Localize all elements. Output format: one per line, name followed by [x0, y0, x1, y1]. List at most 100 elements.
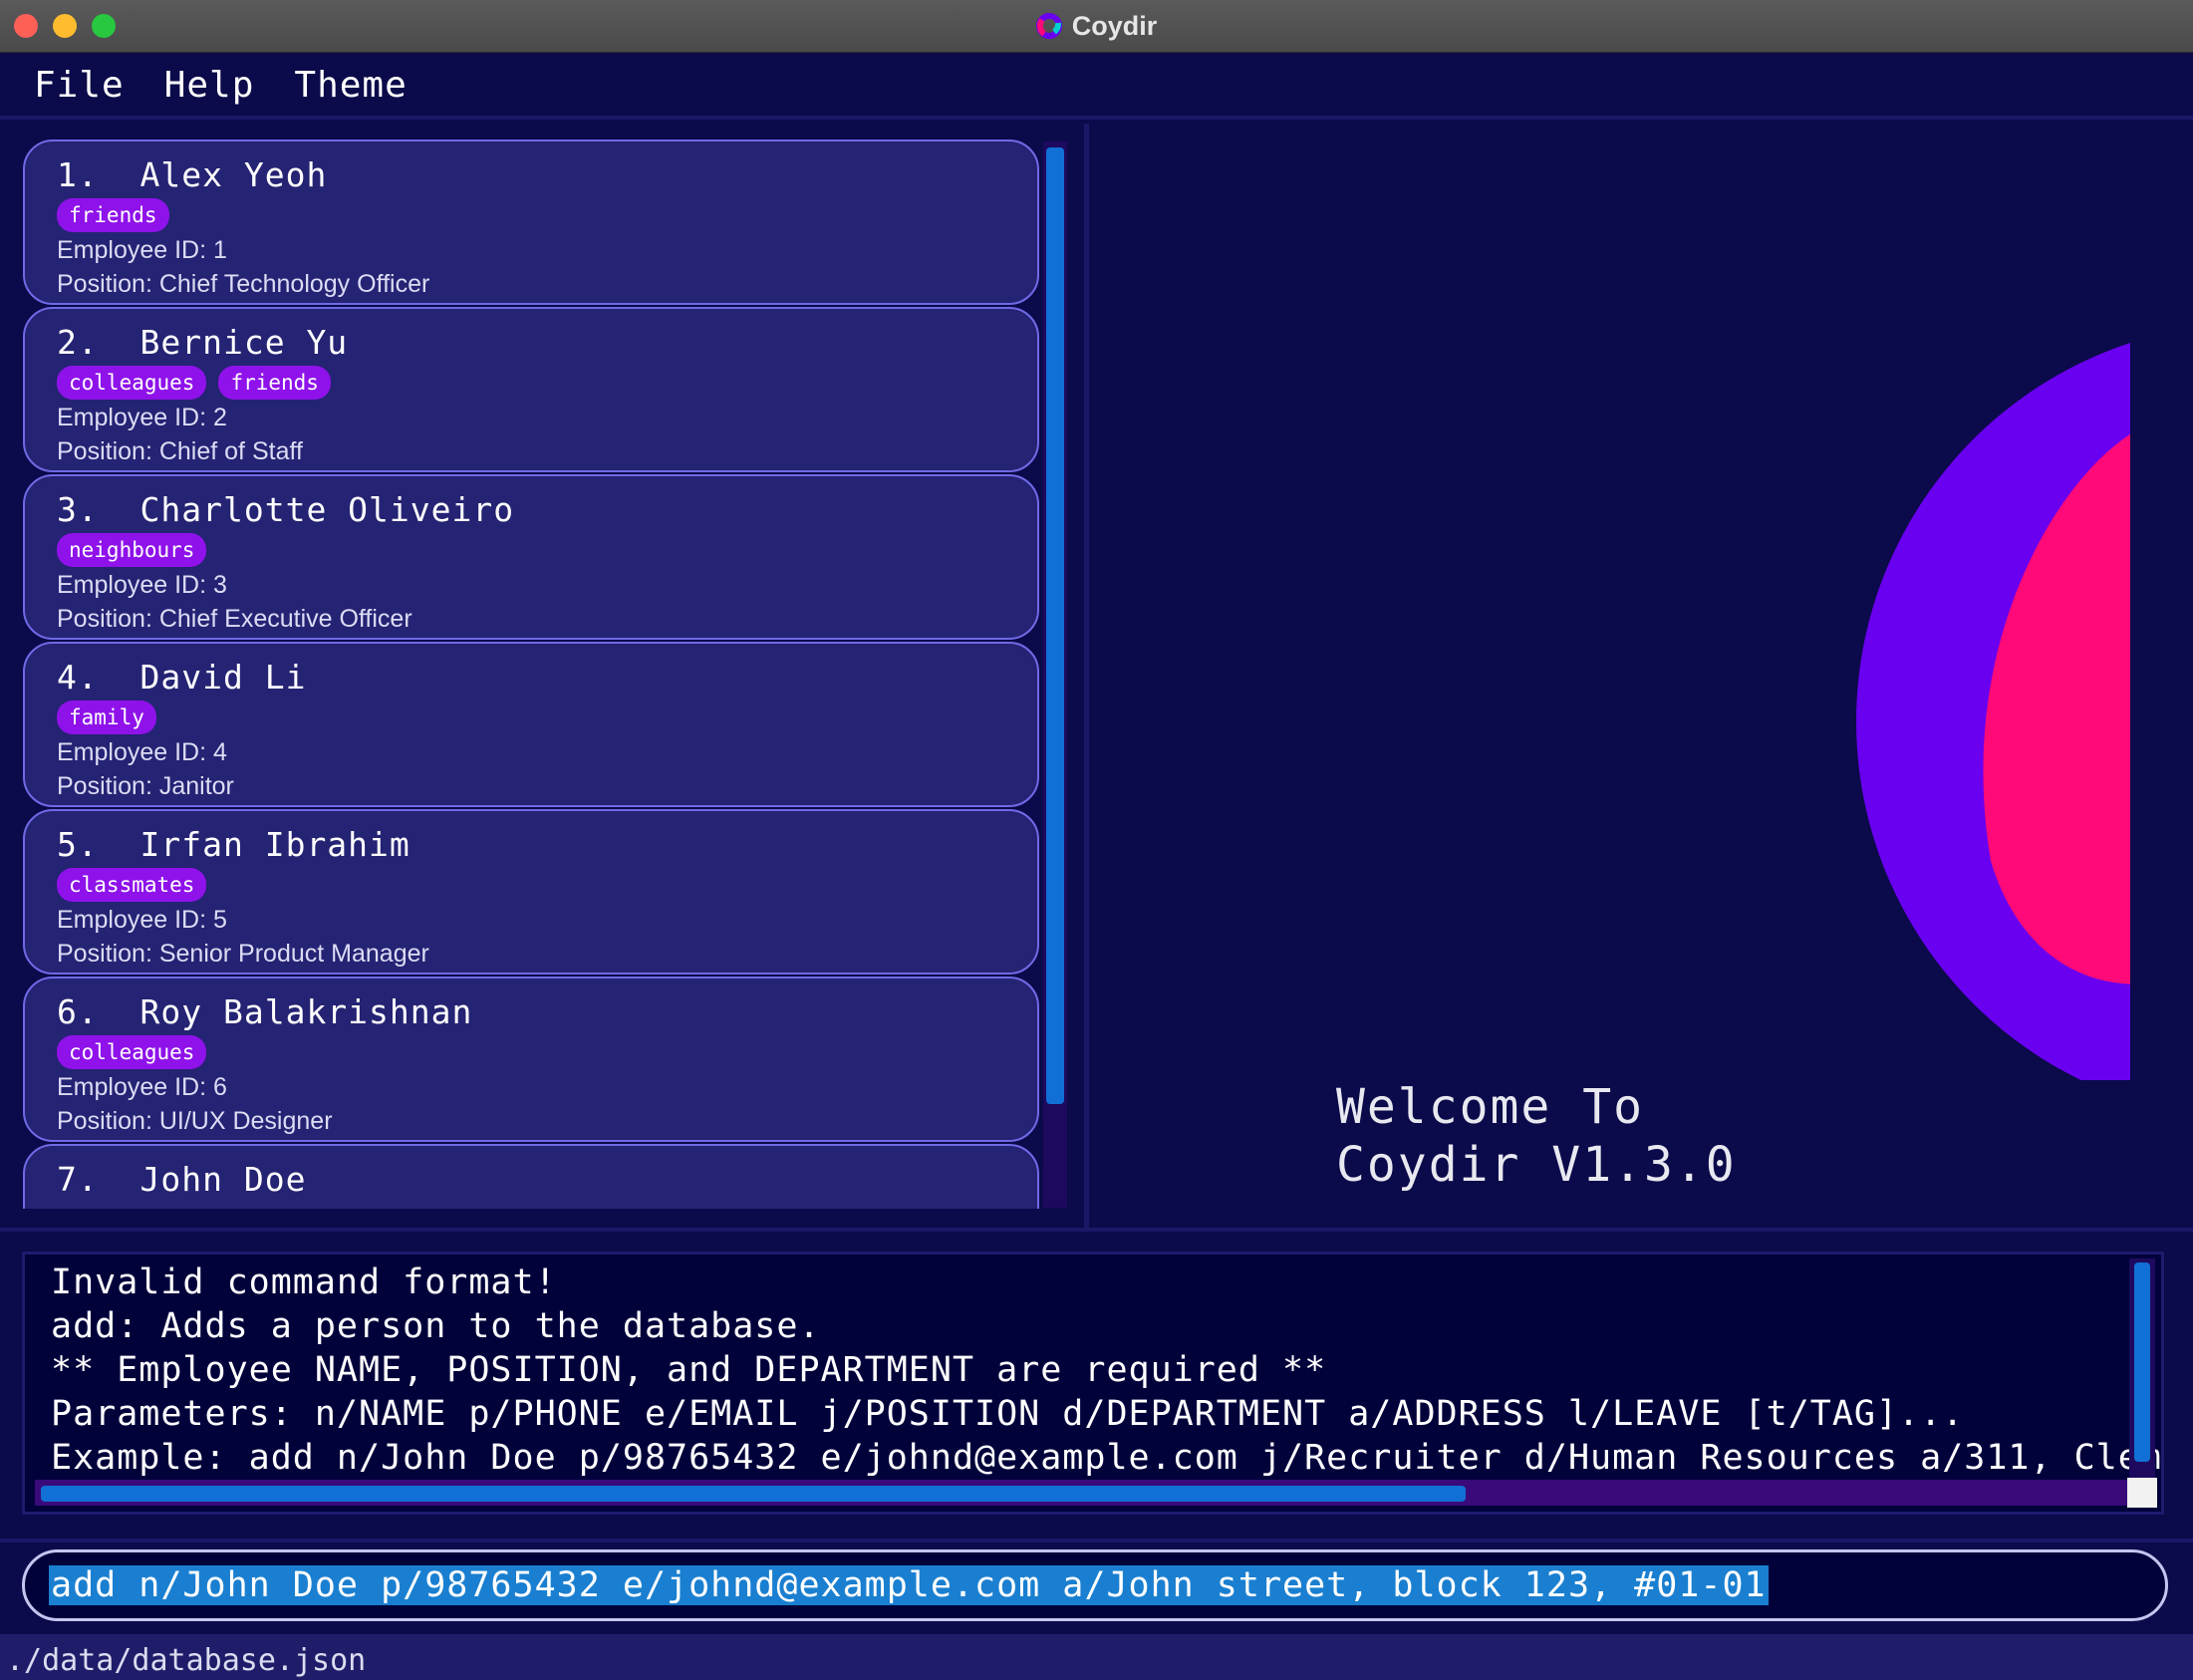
employee-id-value: 5 [213, 906, 227, 934]
welcome-line-2: Coydir V1.3.0 [1336, 1137, 1737, 1193]
menu-help[interactable]: Help [164, 65, 255, 106]
result-horizontal-scroll-thumb[interactable] [41, 1486, 1466, 1502]
person-card[interactable]: 1. Alex Yeoh friends Employee ID: 1 Positio… [23, 140, 1039, 305]
welcome-line-1: Welcome To [1336, 1079, 1644, 1135]
person-name: 5. Irfan Ibrahim [57, 825, 1037, 867]
position-field: Position: Senior Product Manager [57, 937, 1037, 971]
position-value: Chief Executive Officer [158, 605, 412, 633]
employee-id-label: Employee ID: [57, 236, 207, 264]
person-card[interactable]: 5. Irfan Ibrahim classmates Employee ID: 5… [23, 809, 1039, 975]
employee-id-field: Employee ID: 6 [57, 1070, 1037, 1104]
welcome-panel: Welcome To Coydir V1.3.0 [1094, 124, 2193, 1228]
result-line-1: Invalid command format! [51, 1262, 557, 1302]
person-index: 6. [57, 992, 99, 1031]
result-line-3: ** Employee NAME, POSITION, and DEPARTME… [51, 1350, 1327, 1390]
employee-id-value: 1 [213, 236, 227, 264]
position-label: Position: [57, 772, 152, 800]
position-value: Chief of Staff [158, 437, 303, 465]
maximize-button[interactable] [92, 14, 116, 38]
menu-file[interactable]: File [34, 65, 125, 106]
employee-id-label: Employee ID: [57, 1073, 207, 1101]
person-card[interactable]: 6. Roy Balakrishnan colleagues Employee ID… [23, 977, 1039, 1142]
employee-id-label: Employee ID: [57, 906, 207, 934]
result-line-5: Example: add n/John Doe p/98765432 e/joh… [51, 1438, 2164, 1478]
person-name-text: Alex Yeoh [139, 155, 328, 194]
tag-badge: family [57, 700, 156, 734]
tag-list: colleagues friends [57, 365, 1037, 401]
minimize-button[interactable] [53, 14, 77, 38]
tag-badge: classmates [57, 868, 207, 902]
person-index: 7. [57, 1160, 99, 1199]
tag-badge: neighbours [57, 533, 207, 567]
person-card[interactable]: 2. Bernice Yu colleagues friends Employee I… [23, 307, 1039, 472]
employee-id-label: Employee ID: [57, 404, 207, 431]
position-value: Janitor [158, 772, 234, 800]
person-name: 3. Charlotte Oliveiro [57, 490, 1037, 532]
scrollbar-corner [2127, 1478, 2157, 1508]
position-value: Chief Technology Officer [158, 270, 430, 298]
employee-id-field: Employee ID: 5 [57, 903, 1037, 937]
employee-id-field: Employee ID: 4 [57, 735, 1037, 769]
person-index: 1. [57, 155, 99, 194]
menu-theme[interactable]: Theme [294, 65, 407, 106]
command-input[interactable]: add n/John Doe p/98765432 e/johnd@exampl… [22, 1549, 2168, 1621]
position-label: Position: [57, 605, 152, 633]
app-logo-icon [1035, 13, 1062, 39]
result-display-panel: Invalid command format! add: Adds a pers… [0, 1228, 2193, 1539]
result-display[interactable]: Invalid command format! add: Adds a pers… [22, 1252, 2164, 1515]
person-index: 3. [57, 490, 99, 529]
result-line-4: Parameters: n/NAME p/PHONE e/EMAIL j/POS… [51, 1394, 1965, 1434]
employee-id-field: Employee ID: 1 [57, 233, 1037, 267]
person-card[interactable]: 3. Charlotte Oliveiro neighbours Employee … [23, 474, 1039, 640]
tag-list: classmates [57, 867, 1037, 903]
status-bar: ./data/database.json [0, 1634, 2193, 1680]
person-card[interactable]: 4. David Li family Employee ID: 4 Position:… [23, 642, 1039, 807]
person-name: 1. Alex Yeoh [57, 155, 1037, 197]
person-name-text: David Li [139, 658, 307, 697]
window-controls [14, 14, 116, 38]
person-name: 7. John Doe [57, 1160, 1037, 1202]
person-name-text: Roy Balakrishnan [139, 992, 473, 1031]
tag-list: family [57, 700, 1037, 735]
tag-badge: colleagues [57, 366, 207, 400]
position-label: Position: [57, 940, 152, 968]
person-card[interactable]: 7. John Doe [23, 1144, 1039, 1209]
close-button[interactable] [14, 14, 38, 38]
coydir-logo-icon [1856, 343, 2130, 1080]
position-field: Position: Chief of Staff [57, 434, 1037, 468]
position-value: Senior Product Manager [158, 940, 429, 968]
position-field: Position: Chief Technology Officer [57, 267, 1037, 301]
welcome-message: Welcome To Coydir V1.3.0 [1336, 1078, 1737, 1194]
result-vertical-scroll-thumb[interactable] [2134, 1262, 2150, 1462]
command-box-panel: add n/John Doe p/98765432 e/johnd@exampl… [0, 1539, 2193, 1628]
title-bar: Coydir [0, 0, 2193, 53]
person-index: 4. [57, 658, 99, 697]
person-index: 5. [57, 825, 99, 864]
data-file-path: ./data/database.json [6, 1643, 367, 1678]
person-name: 2. Bernice Yu [57, 323, 1037, 365]
result-line-2: add: Adds a person to the database. [51, 1306, 821, 1346]
tag-badge: friends [218, 366, 331, 400]
tag-list: neighbours [57, 532, 1037, 568]
position-label: Position: [57, 437, 152, 465]
employee-id-value: 2 [213, 404, 227, 431]
person-list-scroll-thumb[interactable] [1046, 147, 1064, 1104]
person-list-scrollbar[interactable] [1043, 141, 1067, 1208]
person-list[interactable]: 1. Alex Yeoh friends Employee ID: 1 Positio… [20, 140, 1076, 1209]
window-title-group: Coydir [1035, 10, 1158, 42]
person-name-text: Irfan Ibrahim [139, 825, 411, 864]
result-vertical-scrollbar[interactable] [2129, 1259, 2155, 1478]
position-field: Position: UI/UX Designer [57, 1104, 1037, 1138]
tag-list: friends [57, 197, 1037, 233]
employee-id-label: Employee ID: [57, 571, 207, 599]
tag-badge: colleagues [57, 1035, 207, 1069]
result-horizontal-scrollbar[interactable] [35, 1480, 2137, 1506]
position-field: Position: Janitor [57, 769, 1037, 803]
person-name-text: Bernice Yu [139, 323, 349, 362]
menu-bar: File Help Theme [0, 54, 2193, 120]
command-input-text[interactable]: add n/John Doe p/98765432 e/johnd@exampl… [49, 1565, 1769, 1605]
position-label: Position: [57, 1107, 152, 1135]
employee-id-value: 3 [213, 571, 227, 599]
tag-list: colleagues [57, 1034, 1037, 1070]
window-title: Coydir [1071, 10, 1158, 41]
